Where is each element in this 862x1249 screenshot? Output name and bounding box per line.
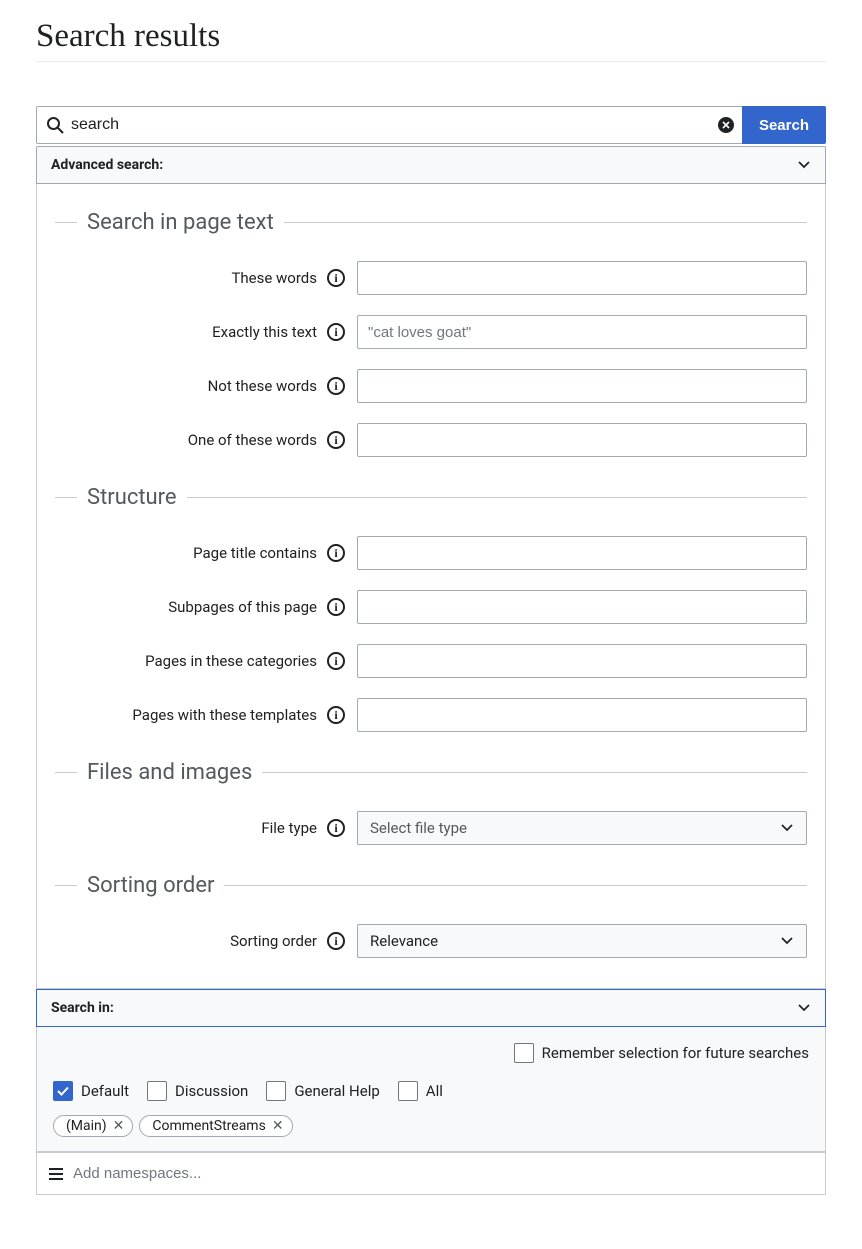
- file-type-select[interactable]: Select file type: [357, 811, 807, 845]
- page-title-contains-label: Page title contains: [55, 544, 325, 562]
- namespace-check-row: Default Discussion General Help All: [53, 1081, 809, 1101]
- info-icon[interactable]: i: [327, 932, 345, 950]
- info-icon[interactable]: i: [327, 598, 345, 616]
- chevron-down-icon: [780, 934, 794, 948]
- advanced-search-header[interactable]: Advanced search:: [36, 146, 826, 184]
- clear-search-icon[interactable]: [718, 117, 734, 133]
- fieldset-files-label: Files and images: [87, 760, 252, 785]
- one-of-these-words-label: One of these words: [55, 431, 325, 449]
- checkbox[interactable]: [266, 1081, 286, 1101]
- search-in-header[interactable]: Search in:: [36, 989, 826, 1027]
- fieldset-page-text-label: Search in page text: [87, 210, 274, 235]
- advanced-search-header-label: Advanced search:: [51, 157, 163, 173]
- sorting-order-label: Sorting order: [55, 932, 325, 950]
- search-input[interactable]: [65, 112, 718, 138]
- ns-check-default[interactable]: Default: [53, 1081, 129, 1101]
- ns-check-all[interactable]: All: [398, 1081, 443, 1101]
- ns-check-general-help[interactable]: General Help: [266, 1081, 379, 1101]
- exactly-this-text-label: Exactly this text: [55, 323, 325, 341]
- search-in-body: Remember selection for future searches D…: [36, 1027, 826, 1152]
- namespace-tags: (Main) ✕ CommentStreams ✕: [53, 1115, 809, 1137]
- info-icon[interactable]: i: [327, 323, 345, 341]
- categories-label: Pages in these categories: [55, 652, 325, 670]
- fieldset-files: Files and images: [55, 760, 807, 785]
- chevron-down-icon: [797, 1001, 811, 1015]
- add-namespaces-input[interactable]: [65, 1161, 815, 1186]
- fieldset-page-text: Search in page text: [55, 210, 807, 235]
- search-in-header-label: Search in:: [51, 1000, 114, 1016]
- not-these-words-label: Not these words: [55, 377, 325, 395]
- checkbox-checked[interactable]: [53, 1081, 73, 1101]
- advanced-search-body: Search in page text These words i Exactl…: [36, 184, 826, 989]
- fieldset-structure-label: Structure: [87, 485, 177, 510]
- not-these-words-input[interactable]: [357, 369, 807, 403]
- file-type-selected: Select file type: [370, 819, 467, 837]
- chevron-down-icon: [780, 821, 794, 835]
- namespace-tag[interactable]: CommentStreams ✕: [139, 1115, 292, 1137]
- page-title-contains-input[interactable]: [357, 536, 807, 570]
- fieldset-structure: Structure: [55, 485, 807, 510]
- namespace-tag-label: (Main): [66, 1118, 107, 1134]
- search-bar: Search: [36, 106, 826, 144]
- subpages-label: Subpages of this page: [55, 598, 325, 616]
- close-icon[interactable]: ✕: [272, 1118, 284, 1134]
- ns-check-label: Default: [81, 1082, 129, 1100]
- these-words-input[interactable]: [357, 261, 807, 295]
- templates-label: Pages with these templates: [55, 706, 325, 724]
- ns-check-discussion[interactable]: Discussion: [147, 1081, 248, 1101]
- checkbox[interactable]: [398, 1081, 418, 1101]
- ns-check-label: Discussion: [175, 1082, 248, 1100]
- remember-label: Remember selection for future searches: [542, 1044, 809, 1062]
- one-of-these-words-input[interactable]: [357, 423, 807, 457]
- info-icon[interactable]: i: [327, 819, 345, 837]
- file-type-label: File type: [55, 819, 325, 837]
- templates-input[interactable]: [357, 698, 807, 732]
- checkbox[interactable]: [147, 1081, 167, 1101]
- namespace-tag[interactable]: (Main) ✕: [53, 1115, 133, 1137]
- info-icon[interactable]: i: [327, 269, 345, 287]
- info-icon[interactable]: i: [327, 706, 345, 724]
- info-icon[interactable]: i: [327, 652, 345, 670]
- chevron-down-icon: [797, 158, 811, 172]
- search-button[interactable]: Search: [742, 106, 826, 144]
- ns-check-label: General Help: [294, 1082, 379, 1100]
- search-input-wrap[interactable]: [36, 106, 743, 144]
- add-namespaces-row[interactable]: [36, 1152, 826, 1195]
- info-icon[interactable]: i: [327, 431, 345, 449]
- remember-checkbox[interactable]: [514, 1043, 534, 1063]
- exactly-this-text-input[interactable]: [357, 315, 807, 349]
- sorting-order-select[interactable]: Relevance: [357, 924, 807, 958]
- search-icon: [45, 115, 65, 135]
- close-icon[interactable]: ✕: [113, 1118, 125, 1134]
- info-icon[interactable]: i: [327, 377, 345, 395]
- fieldset-sorting: Sorting order: [55, 873, 807, 898]
- fieldset-sorting-label: Sorting order: [87, 873, 214, 898]
- page-title: Search results: [36, 18, 826, 62]
- menu-icon: [47, 1165, 65, 1183]
- sorting-order-selected: Relevance: [370, 932, 438, 950]
- categories-input[interactable]: [357, 644, 807, 678]
- namespace-tag-label: CommentStreams: [152, 1118, 265, 1134]
- ns-check-label: All: [426, 1082, 443, 1100]
- subpages-input[interactable]: [357, 590, 807, 624]
- info-icon[interactable]: i: [327, 544, 345, 562]
- these-words-label: These words: [55, 269, 325, 287]
